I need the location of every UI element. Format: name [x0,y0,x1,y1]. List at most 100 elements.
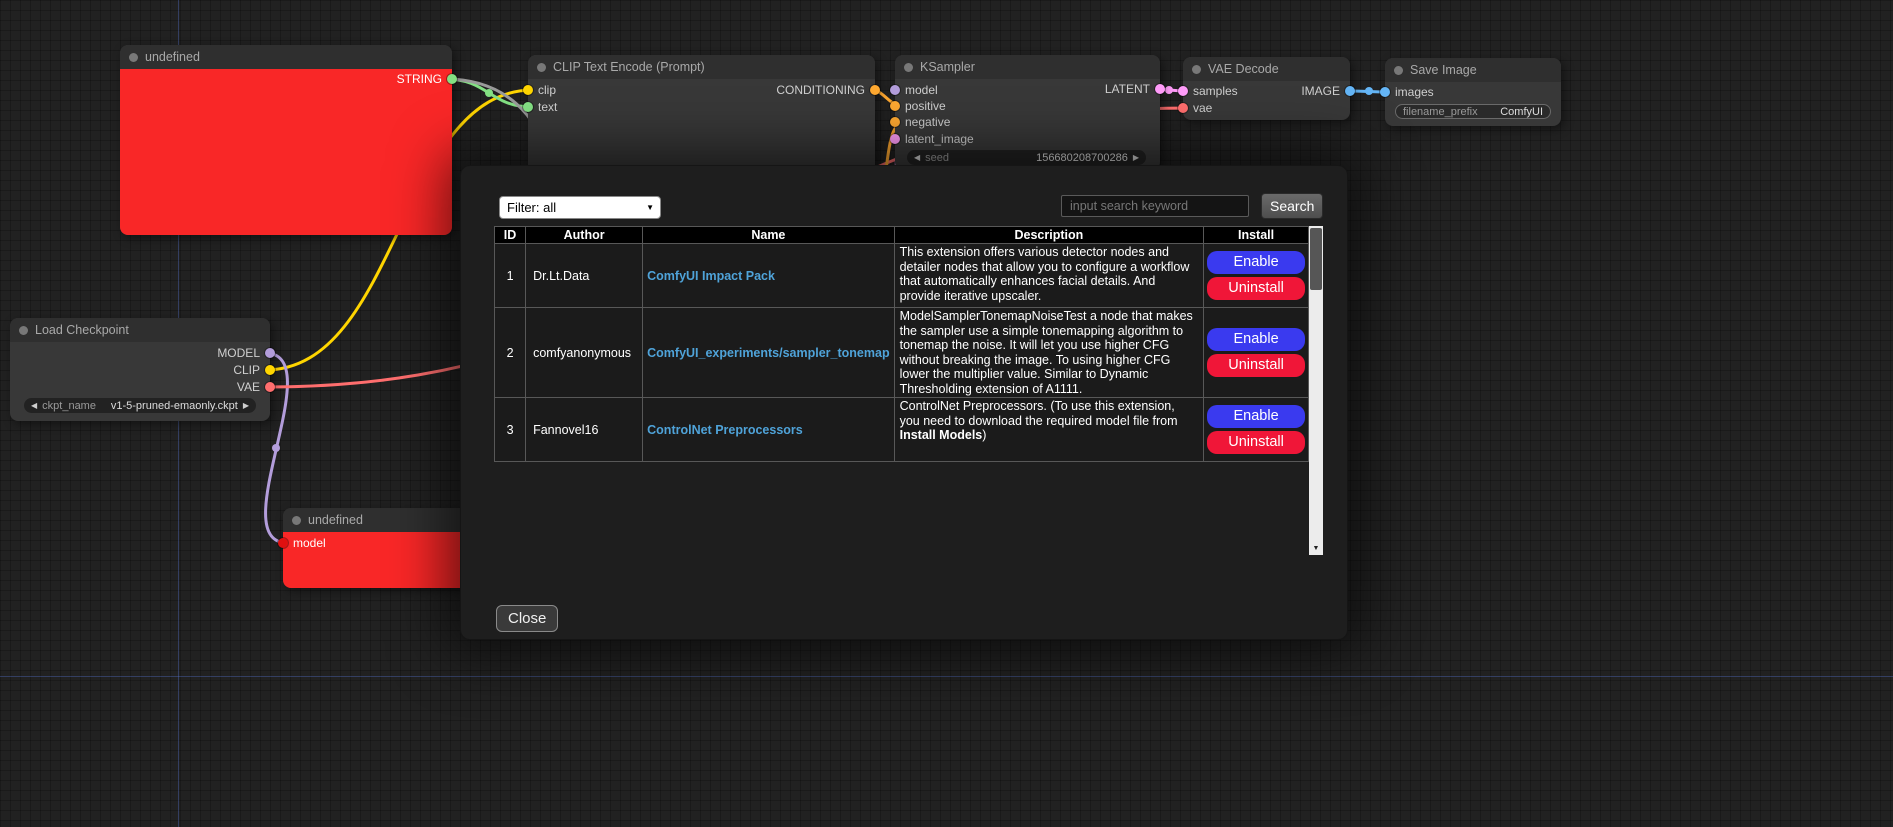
node-undefined-string[interactable]: undefined STRING [120,45,452,235]
slot-dot-icon[interactable] [265,365,275,375]
ext-author: comfyanonymous [526,308,643,398]
slot-label: STRING [397,72,442,86]
slot-label: VAE [237,380,260,394]
slot-dot-icon[interactable] [447,74,457,84]
slot-dot-icon[interactable] [890,134,900,144]
slot-dot-icon[interactable] [1380,87,1390,97]
header-author: Author [526,227,643,244]
slot-dot-icon[interactable] [1178,86,1188,96]
filename-prefix-widget[interactable]: filename_prefix ComfyUI [1395,104,1551,119]
slot-label: latent_image [905,132,974,146]
search-input[interactable] [1061,195,1249,217]
node-title: VAE Decode [1208,62,1279,76]
output-slot-image[interactable]: IMAGE [1301,83,1355,99]
output-slot-conditioning[interactable]: CONDITIONING [776,82,880,98]
extension-manager-dialog: Filter: all ▼ Search ID Author Name Desc… [460,165,1348,640]
output-slot-model[interactable]: MODEL [217,345,275,361]
node-title: CLIP Text Encode (Prompt) [553,60,705,74]
seed-widget[interactable]: ◀ seed 156680208700286 ▶ [907,150,1146,165]
input-slot-images[interactable]: images [1380,84,1434,100]
slot-dot-icon[interactable] [1155,84,1165,94]
uninstall-button[interactable]: Uninstall [1207,431,1305,454]
input-slot-samples[interactable]: samples [1178,83,1238,99]
ext-description-bold: Install Models [900,428,983,442]
scrollbar-down-arrow-icon[interactable]: ▼ [1309,541,1323,555]
decrement-arrow-icon[interactable]: ◀ [914,154,920,162]
ext-name-link[interactable]: ControlNet Preprocessors [647,423,803,437]
widget-value: 156680208700286 [1036,152,1128,164]
node-vae-decode[interactable]: VAE Decode samples vae IMAGE [1183,57,1350,120]
uninstall-button[interactable]: Uninstall [1207,354,1305,377]
collapse-dot-icon[interactable] [129,53,138,62]
error-node-body [120,69,452,235]
slot-dot-icon[interactable] [1345,86,1355,96]
header-description: Description [894,227,1204,244]
scrollbar-thumb[interactable] [1310,228,1322,290]
search-button[interactable]: Search [1261,193,1323,219]
list-scrollbar[interactable]: ▼ [1309,226,1323,555]
node-title: Load Checkpoint [35,323,129,337]
ext-description: This extension offers various detector n… [894,244,1204,308]
collapse-dot-icon[interactable] [904,63,913,72]
enable-button[interactable]: Enable [1207,405,1305,428]
filter-select[interactable]: Filter: all [499,196,661,219]
output-slot-latent[interactable]: LATENT [1105,81,1165,97]
input-slot-model[interactable]: model [890,82,938,98]
slot-dot-icon[interactable] [278,538,288,548]
enable-button[interactable]: Enable [1207,251,1305,274]
slot-dot-icon[interactable] [870,85,880,95]
slot-label: vae [1193,101,1212,115]
collapse-dot-icon[interactable] [19,326,28,335]
link-midpoint-dot [1365,87,1373,95]
collapse-dot-icon[interactable] [292,516,301,525]
slot-dot-icon[interactable] [890,85,900,95]
uninstall-button[interactable]: Uninstall [1207,277,1305,300]
node-ksampler[interactable]: KSampler model positive negative latent_… [895,55,1160,170]
ext-description: ModelSamplerTonemapNoiseTest a node that… [894,308,1204,398]
output-slot-string[interactable]: STRING [397,71,457,87]
slot-dot-icon[interactable] [523,85,533,95]
enable-button[interactable]: Enable [1207,328,1305,351]
link-midpoint-dot [485,89,493,97]
input-slot-positive[interactable]: positive [890,98,946,114]
close-button[interactable]: Close [496,605,558,632]
decrement-arrow-icon[interactable]: ◀ [31,402,37,410]
widget-label: filename_prefix [1403,106,1478,118]
link-midpoint-dot [1165,86,1173,94]
ext-name-link[interactable]: ComfyUI_experiments/sampler_tonemap [647,346,889,360]
collapse-dot-icon[interactable] [1394,66,1403,75]
input-slot-model[interactable]: model [278,535,326,551]
slot-dot-icon[interactable] [265,348,275,358]
collapse-dot-icon[interactable] [537,63,546,72]
header-id: ID [495,227,526,244]
input-slot-negative[interactable]: negative [890,114,950,130]
node-save-image[interactable]: Save Image images filename_prefix ComfyU… [1385,58,1561,126]
slot-label: IMAGE [1301,84,1340,98]
input-slot-vae[interactable]: vae [1178,100,1212,116]
node-title: undefined [308,513,363,527]
slot-dot-icon[interactable] [890,101,900,111]
slot-dot-icon[interactable] [1178,103,1188,113]
ckpt-name-widget[interactable]: ◀ ckpt_name v1-5-pruned-emaonly.ckpt ▶ [24,398,256,413]
node-clip-text-encode[interactable]: CLIP Text Encode (Prompt) clip text COND… [528,55,875,175]
output-slot-clip[interactable]: CLIP [233,362,275,378]
table-row: 3 Fannovel16 ControlNet Preprocessors Co… [495,398,1309,462]
output-slot-vae[interactable]: VAE [237,379,275,395]
collapse-dot-icon[interactable] [1192,65,1201,74]
node-load-checkpoint[interactable]: Load Checkpoint MODEL CLIP VAE ◀ ckpt_na… [10,318,270,421]
slot-dot-icon[interactable] [523,102,533,112]
input-slot-clip[interactable]: clip [523,82,556,98]
ext-name-link[interactable]: ComfyUI Impact Pack [647,269,775,283]
node-title: Save Image [1410,63,1477,77]
slot-dot-icon[interactable] [890,117,900,127]
increment-arrow-icon[interactable]: ▶ [243,402,249,410]
table-row: 2 comfyanonymous ComfyUI_experiments/sam… [495,308,1309,398]
increment-arrow-icon[interactable]: ▶ [1133,154,1139,162]
input-slot-text[interactable]: text [523,99,557,115]
input-slot-latent-image[interactable]: latent_image [890,131,974,147]
graph-canvas[interactable]: undefined STRING CLIP Text Encode (Promp… [0,0,1893,827]
node-title: KSampler [920,60,975,74]
ext-install-cell: Enable Uninstall [1204,308,1309,398]
slot-dot-icon[interactable] [265,382,275,392]
node-title-bar: Save Image [1385,58,1561,82]
